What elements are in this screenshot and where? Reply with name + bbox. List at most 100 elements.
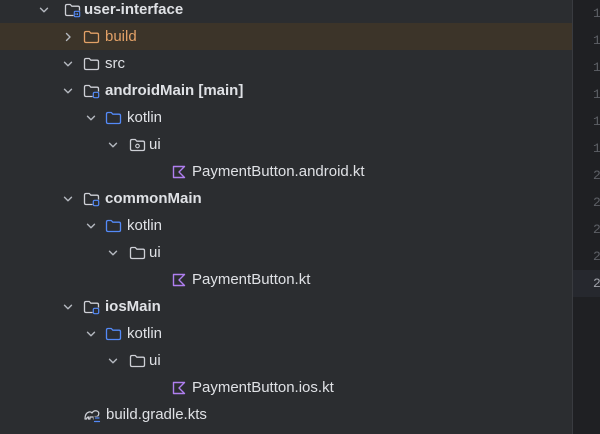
tree-label: PaymentButton.ios.kt [192, 374, 334, 401]
source-set-folder-icon [82, 77, 100, 104]
line-number-text: 2 [593, 195, 600, 210]
source-set-folder-icon [82, 185, 100, 212]
line-number: 1 [573, 54, 600, 81]
source-folder-icon [104, 320, 122, 347]
tree-row-iosMain[interactable]: iosMain [0, 293, 572, 320]
line-number-text: 1 [593, 141, 600, 156]
chevron-down-icon[interactable] [106, 239, 120, 266]
line-number-text: 1 [593, 6, 600, 21]
tree-label: iosMain [105, 293, 161, 320]
tree-row-iosMain-kotlin[interactable]: kotlin [0, 320, 572, 347]
tree-label-text: commonMain [105, 190, 202, 207]
gradle-file-icon [83, 401, 101, 428]
line-number: 2 [573, 270, 600, 297]
tree-row-commonMain-kotlin[interactable]: kotlin [0, 212, 572, 239]
tree-row-commonMain-ui[interactable]: ui [0, 239, 572, 266]
module-folder-icon [63, 0, 81, 23]
tree-label-text: ui [149, 244, 161, 261]
folder-excluded-icon [82, 23, 100, 50]
tree-label: ui [149, 239, 161, 266]
tree-label: user-interface [84, 0, 183, 23]
line-number: 1 [573, 27, 600, 54]
tree-label-text: ui [149, 352, 161, 369]
chevron-down-icon[interactable] [84, 104, 98, 131]
tree-label-text: PaymentButton.android.kt [192, 163, 365, 180]
tree-label-text: user-interface [84, 1, 184, 18]
folder-icon [128, 239, 146, 266]
line-number: 1 [573, 0, 600, 27]
chevron-down-icon[interactable] [106, 347, 120, 374]
line-number-text: 2 [593, 222, 600, 237]
tree-label-text: kotlin [127, 217, 163, 234]
line-number-text: 1 [593, 114, 600, 129]
tree-row-android-kt[interactable]: PaymentButton.android.kt [0, 158, 572, 185]
line-number: 1 [573, 81, 600, 108]
project-tree: user-interface build src androidMain [main]… [0, 0, 572, 434]
chevron-down-icon[interactable] [61, 77, 75, 104]
tree-row-build-gradle[interactable]: build.gradle.kts [0, 401, 572, 428]
line-number: 1 [573, 108, 600, 135]
tree-row-commonMain[interactable]: commonMain [0, 185, 572, 212]
tree-label-text: iosMain [105, 298, 161, 315]
line-number: 2 [573, 189, 600, 216]
tree-label: commonMain [105, 185, 202, 212]
tree-label: androidMain [main] [105, 77, 243, 104]
tree-label: build [105, 23, 137, 50]
line-number-text: 1 [593, 33, 600, 48]
tree-row-ios-kt[interactable]: PaymentButton.ios.kt [0, 374, 572, 401]
kotlin-file-icon [170, 266, 188, 293]
line-number-text: 1 [593, 60, 600, 75]
tree-label-text: kotlin [127, 109, 163, 126]
tree-label: build.gradle.kts [106, 401, 207, 428]
chevron-down-icon[interactable] [106, 131, 120, 158]
line-number-text: 2 [593, 168, 600, 183]
tree-row-build[interactable]: build [0, 23, 572, 50]
source-folder-icon [104, 104, 122, 131]
line-number-text: 1 [593, 87, 600, 102]
chevron-down-icon[interactable] [61, 50, 75, 77]
tree-label: ui [149, 347, 161, 374]
tree-label-text: kotlin [127, 325, 163, 342]
chevron-down-icon[interactable] [84, 212, 98, 239]
tree-label: ui [149, 131, 161, 158]
tree-row-iosMain-ui[interactable]: ui [0, 347, 572, 374]
tree-row-common-kt[interactable]: PaymentButton.kt [0, 266, 572, 293]
chevron-right-icon[interactable] [61, 23, 75, 50]
line-number-gutter: 1 1 1 1 1 1 2 2 2 2 2 [572, 0, 600, 434]
tree-row-androidMain[interactable]: androidMain [main] [0, 77, 572, 104]
tree-label-text: PaymentButton.kt [192, 271, 311, 288]
kotlin-file-icon [170, 158, 188, 185]
line-number: 2 [573, 243, 600, 270]
tree-label: kotlin [127, 104, 162, 131]
line-number: 1 [573, 135, 600, 162]
line-number-text: 2 [593, 276, 600, 291]
tree-row-androidMain-kotlin[interactable]: kotlin [0, 104, 572, 131]
chevron-down-icon[interactable] [61, 185, 75, 212]
folder-icon [82, 50, 100, 77]
tree-label: PaymentButton.android.kt [192, 158, 365, 185]
chevron-down-icon[interactable] [61, 293, 75, 320]
source-folder-icon [104, 212, 122, 239]
source-set-folder-icon [82, 293, 100, 320]
folder-icon [128, 347, 146, 374]
tree-row-src[interactable]: src [0, 50, 572, 77]
package-folder-icon [128, 131, 146, 158]
tree-row-user-interface[interactable]: user-interface [0, 0, 572, 23]
line-number-text: 2 [593, 249, 600, 264]
tree-label-text: src [105, 55, 125, 72]
tree-label-text: ui [149, 136, 161, 153]
tree-label: PaymentButton.kt [192, 266, 310, 293]
kotlin-file-icon [170, 374, 188, 401]
source-set-suffix: [main] [198, 82, 244, 99]
tree-label: kotlin [127, 320, 162, 347]
tree-label-text: androidMain [105, 82, 195, 99]
tree-label-text: build [105, 28, 137, 45]
tree-row-androidMain-ui[interactable]: ui [0, 131, 572, 158]
chevron-down-icon[interactable] [84, 320, 98, 347]
chevron-down-icon[interactable] [37, 0, 51, 23]
tree-label-text: PaymentButton.ios.kt [192, 379, 334, 396]
line-number: 2 [573, 216, 600, 243]
line-number: 2 [573, 162, 600, 189]
tree-label: src [105, 50, 125, 77]
tree-label-text: build.gradle.kts [106, 406, 207, 423]
